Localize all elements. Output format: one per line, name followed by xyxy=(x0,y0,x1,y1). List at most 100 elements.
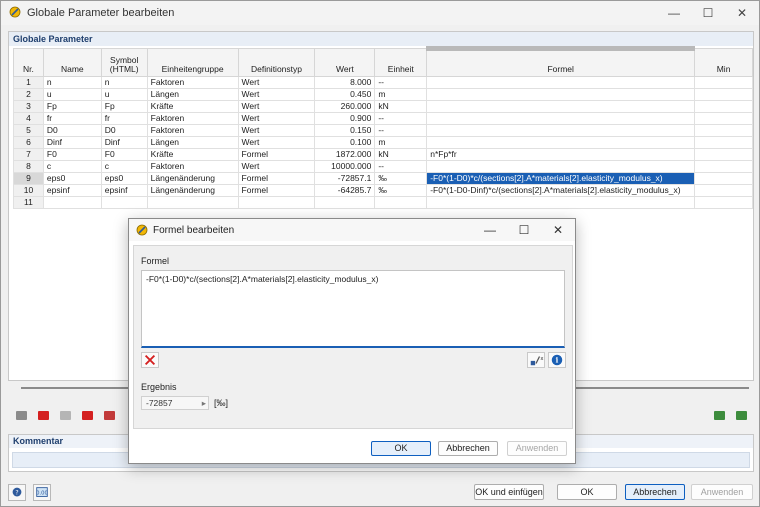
cell-formula[interactable] xyxy=(426,112,696,125)
cell-symbol[interactable]: n xyxy=(100,76,148,89)
cell-formula[interactable] xyxy=(426,160,696,173)
cell-symbol[interactable]: Dinf xyxy=(100,136,148,149)
cell-name[interactable]: fr xyxy=(42,112,102,125)
cell-unit[interactable]: -- xyxy=(374,124,428,137)
cell-symbol[interactable]: u xyxy=(100,88,148,101)
cell-name[interactable]: eps0 xyxy=(42,172,102,185)
cell-type[interactable]: Wert xyxy=(237,88,316,101)
cell-symbol[interactable]: D0 xyxy=(100,124,148,137)
cell-min[interactable] xyxy=(694,124,753,137)
cell-name[interactable]: u xyxy=(42,88,102,101)
cell-name[interactable]: Dinf xyxy=(42,136,102,149)
cell-formula[interactable] xyxy=(426,124,696,137)
cell-symbol[interactable] xyxy=(100,196,148,209)
formula-input[interactable]: -F0*(1-D0)*c/(sections[2].A*materials[2]… xyxy=(141,270,565,348)
cell-formula[interactable] xyxy=(426,76,696,89)
cell-min[interactable] xyxy=(694,100,753,113)
table-row[interactable]: 7 F0 F0 Kräfte Formel 1872.000 kN n*Fp*fr xyxy=(13,148,753,161)
ok-and-insert-button[interactable]: OK und einfügen xyxy=(474,484,544,500)
move-row-left-button[interactable] xyxy=(56,407,74,423)
dialog-maximize-button[interactable]: ☐ xyxy=(509,221,539,239)
cell-group[interactable] xyxy=(146,196,239,209)
cell-formula[interactable]: n*Fp*fr xyxy=(426,148,696,161)
cell-symbol[interactable]: c xyxy=(100,160,148,173)
cell-group[interactable]: Kräfte xyxy=(146,100,239,113)
cell-value[interactable]: -72857.1 xyxy=(314,172,376,185)
cell-name[interactable]: n xyxy=(42,76,102,89)
cell-value[interactable]: 1872.000 xyxy=(314,148,376,161)
cell-group[interactable]: Faktoren xyxy=(146,76,239,89)
cell-formula[interactable]: -F0*(1-D0-Dinf)*c/(sections[2].A*materia… xyxy=(426,184,696,197)
cell-min[interactable] xyxy=(694,136,753,149)
cell-min[interactable] xyxy=(694,88,753,101)
cell-unit[interactable]: -- xyxy=(374,112,428,125)
dialog-minimize-button[interactable]: — xyxy=(475,221,505,239)
cell-value[interactable]: 0.150 xyxy=(314,124,376,137)
move-row-right-button[interactable] xyxy=(78,407,96,423)
cell-value[interactable]: 0.900 xyxy=(314,112,376,125)
col-header-min[interactable]: Min xyxy=(694,48,753,77)
cell-min[interactable] xyxy=(694,172,753,185)
cell-type[interactable]: Wert xyxy=(237,124,316,137)
col-header-nr[interactable]: Nr. xyxy=(13,48,44,77)
table-row[interactable]: 10 epsinf epsinf Längenänderung Formel -64285… xyxy=(13,184,753,197)
cell-formula[interactable] xyxy=(426,88,696,101)
cell-formula[interactable] xyxy=(426,100,696,113)
insert-row-button[interactable] xyxy=(12,407,30,423)
import-button[interactable] xyxy=(710,407,728,423)
cell-name[interactable]: epsinf xyxy=(42,184,102,197)
cell-unit[interactable]: kN xyxy=(374,148,428,161)
ok-button[interactable]: OK xyxy=(557,484,617,500)
cell-type[interactable]: Wert xyxy=(237,76,316,89)
cell-min[interactable] xyxy=(694,184,753,197)
cell-unit[interactable]: m xyxy=(374,136,428,149)
cell-unit[interactable] xyxy=(374,196,428,209)
cell-value[interactable]: 0.100 xyxy=(314,136,376,149)
cell-group[interactable]: Faktoren xyxy=(146,124,239,137)
dialog-cancel-button[interactable]: Abbrechen xyxy=(438,441,498,456)
cell-unit[interactable]: m xyxy=(374,88,428,101)
table-row[interactable]: 5 D0 D0 Faktoren Wert 0.150 -- xyxy=(13,124,753,137)
cell-value[interactable]: 0.450 xyxy=(314,88,376,101)
units-icon[interactable]: 0.00 xyxy=(33,484,51,501)
cell-name[interactable]: c xyxy=(42,160,102,173)
col-header-unit[interactable]: Einheit xyxy=(374,48,428,77)
cell-name[interactable] xyxy=(42,196,102,209)
cell-type[interactable]: Wert xyxy=(237,100,316,113)
cell-min[interactable] xyxy=(694,76,753,89)
cell-group[interactable]: Kräfte xyxy=(146,148,239,161)
cell-formula[interactable]: -F0*(1-D0)*c/(sections[2].A*materials[2]… xyxy=(426,172,696,185)
cell-type[interactable] xyxy=(237,196,316,209)
col-header-definition-type[interactable]: Definitionstyp xyxy=(237,48,316,77)
cell-name[interactable]: D0 xyxy=(42,124,102,137)
cell-symbol[interactable]: eps0 xyxy=(100,172,148,185)
cell-min[interactable] xyxy=(694,112,753,125)
export-button[interactable] xyxy=(732,407,750,423)
cell-group[interactable]: Längenänderung xyxy=(146,172,239,185)
cell-unit[interactable]: -- xyxy=(374,160,428,173)
cell-type[interactable]: Wert xyxy=(237,112,316,125)
cell-unit[interactable]: -- xyxy=(374,76,428,89)
cell-name[interactable]: Fp xyxy=(42,100,102,113)
table-row[interactable]: 8 c c Faktoren Wert 10000.000 -- xyxy=(13,160,753,173)
table-row[interactable]: 3 Fp Fp Kräfte Wert 260.000 kN xyxy=(13,100,753,113)
cell-min[interactable] xyxy=(694,196,753,209)
table-row[interactable]: 9 eps0 eps0 Längenänderung Formel -72857.1 ‰ -F… xyxy=(13,172,753,185)
col-header-symbol[interactable]: Symbol (HTML) xyxy=(100,48,148,77)
cell-type[interactable]: Formel xyxy=(237,148,316,161)
cell-value[interactable]: 8.000 xyxy=(314,76,376,89)
cell-min[interactable] xyxy=(694,160,753,173)
cell-type[interactable]: Formel xyxy=(237,172,316,185)
cell-group[interactable]: Faktoren xyxy=(146,160,239,173)
cell-symbol[interactable]: fr xyxy=(100,112,148,125)
minimize-button[interactable]: — xyxy=(659,4,689,22)
cell-unit[interactable]: ‰ xyxy=(374,172,428,185)
col-header-name[interactable]: Name xyxy=(42,48,102,77)
cell-symbol[interactable]: epsinf xyxy=(100,184,148,197)
cell-group[interactable]: Faktoren xyxy=(146,112,239,125)
formula-editor-icon[interactable]: x xyxy=(527,352,545,368)
cell-formula[interactable] xyxy=(426,196,696,209)
cell-group[interactable]: Längen xyxy=(146,88,239,101)
table-row[interactable]: 6 Dinf Dinf Längen Wert 0.100 m xyxy=(13,136,753,149)
col-header-unit-group[interactable]: Einheitengruppe xyxy=(146,48,239,77)
